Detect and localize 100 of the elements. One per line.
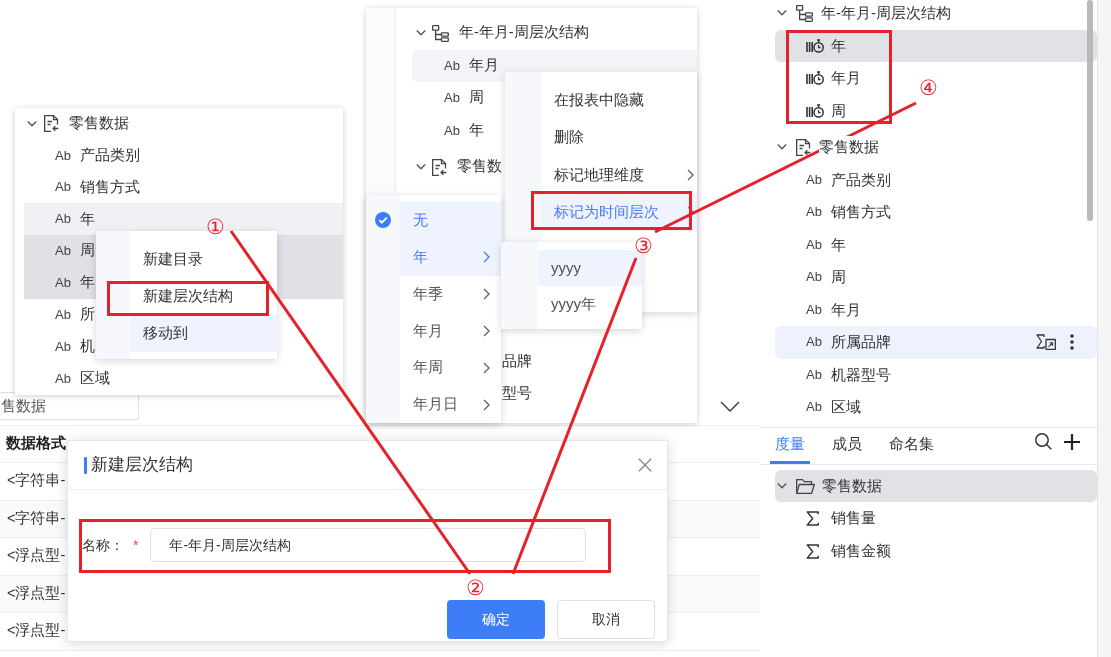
menu-item[interactable]: 新建层次结构: [143, 285, 233, 308]
field-type-label: Ab: [55, 339, 71, 356]
chevron-right-icon: [483, 398, 490, 411]
menu-item[interactable]: yyyy年: [538, 286, 642, 322]
plus-icon[interactable]: [1064, 433, 1080, 450]
bars-clock-icon: [806, 103, 824, 118]
file-arrow-icon: [796, 138, 811, 156]
field-type-label: Ab: [55, 211, 71, 228]
chevron-down-icon[interactable]: [27, 120, 37, 127]
field-type-label: Ab: [444, 122, 460, 139]
menu-item[interactable]: 年季: [400, 275, 501, 313]
menu-item[interactable]: 年月日: [400, 386, 501, 423]
field-type-label: Ab: [806, 366, 822, 383]
folder-icon: [796, 478, 815, 494]
cancel-button[interactable]: 取消: [557, 600, 655, 639]
field-type-label: Ab: [55, 371, 71, 388]
chevron-down-icon[interactable]: [720, 401, 740, 412]
field-type-label: Ab: [806, 236, 822, 253]
tree-group-item[interactable]: 零售数据: [775, 131, 883, 164]
scrollbar-thumb[interactable]: [1087, 0, 1093, 221]
bars-clock-icon: [806, 71, 824, 86]
tree-item[interactable]: Ab 年: [412, 114, 488, 147]
tree-item[interactable]: 型号: [502, 383, 532, 405]
tree-item[interactable]: 周: [775, 94, 850, 127]
table-cell-text: <浮点型-: [7, 546, 66, 566]
tree-item[interactable]: Ab 区域: [775, 391, 865, 424]
tree-item[interactable]: Ab 机器型号: [775, 358, 895, 391]
menu-item[interactable]: 年周: [400, 349, 501, 387]
tree-item[interactable]: Ab 所属品牌: [775, 326, 1097, 359]
chevron-right-icon: [483, 251, 490, 264]
tree-item[interactable]: Ab 所: [24, 299, 99, 332]
chevron-down-icon[interactable]: [777, 144, 787, 151]
file-arrow-icon: [432, 158, 447, 176]
menu-item[interactable]: 标记地理维度: [541, 156, 697, 194]
bars-clock-icon: [806, 38, 824, 53]
field-type-label: Ab: [55, 307, 71, 324]
field-type-label: Ab: [55, 179, 71, 196]
tree-group-item[interactable]: 零售数据: [15, 108, 133, 140]
field-type-label: Ab: [444, 57, 460, 74]
search-icon[interactable]: [1035, 433, 1052, 450]
dialog-title: 新建层次结构: [91, 454, 193, 477]
chevron-down-icon[interactable]: [777, 10, 787, 17]
field-type-label: Ab: [444, 90, 460, 107]
tab[interactable]: 成员: [827, 428, 867, 464]
table-cell-text: <浮点型-: [7, 583, 66, 603]
tree-group-item[interactable]: 零售数据: [775, 470, 1097, 502]
hierarchy-icon: [796, 4, 813, 22]
table-header-cell-text: 数据格式: [6, 434, 66, 454]
step-number: ④: [917, 75, 939, 99]
confirm-button[interactable]: 确定: [447, 600, 545, 639]
tree-group-item[interactable]: 年-年月-周层次结构: [412, 17, 591, 50]
field-type-label: Ab: [55, 147, 71, 164]
table-cell-text: <浮点型-: [7, 621, 66, 641]
tree-item[interactable]: Ab 年月: [775, 293, 865, 326]
menu-item[interactable]: 年月: [400, 312, 501, 350]
field-type-label: Ab: [806, 171, 822, 188]
field-type-label: Ab: [55, 243, 71, 260]
table-cell-text: <字符串-: [7, 508, 66, 528]
tree-item[interactable]: Ab 产品类别: [24, 139, 144, 172]
tree-item[interactable]: Ab 机: [24, 331, 99, 364]
field-label: 名称：: [82, 535, 124, 555]
tree-item[interactable]: 销售量: [775, 502, 880, 535]
tree-item[interactable]: Ab 产品类别: [775, 163, 895, 196]
chevron-right-icon: [483, 361, 490, 374]
tree-item[interactable]: 品牌: [502, 351, 532, 373]
tab[interactable]: 度量: [770, 428, 810, 464]
menu-item[interactable]: 新建目录: [143, 248, 203, 271]
tree-item[interactable]: Ab 销售方式: [775, 196, 895, 229]
field-type-label: Ab: [806, 301, 822, 318]
name-input[interactable]: 年-年月-周层次结构: [150, 528, 587, 562]
field-type-label: Ab: [806, 399, 822, 416]
step-number: ②: [464, 575, 486, 599]
menu-item[interactable]: 在报表中隐藏: [541, 81, 697, 119]
chevron-right-icon: [483, 288, 490, 301]
tree-item[interactable]: Ab 周: [412, 82, 488, 115]
tree-item[interactable]: 年: [775, 29, 1097, 62]
field-type-label: Ab: [55, 275, 71, 292]
chevron-right-icon: [687, 168, 694, 181]
sigma-box-icon[interactable]: [1036, 334, 1056, 351]
tree-item[interactable]: Ab 周: [775, 261, 850, 294]
tab[interactable]: 命名集: [884, 428, 939, 464]
menu-item[interactable]: 无: [400, 202, 501, 239]
hierarchy-icon: [432, 24, 449, 42]
menu-item[interactable]: 删除: [541, 118, 697, 156]
chevron-down-icon[interactable]: [777, 483, 787, 489]
chevron-down-icon[interactable]: [416, 164, 426, 171]
tree-item[interactable]: Ab 销售方式: [24, 171, 144, 204]
tree-item[interactable]: 销售金额: [775, 535, 895, 568]
table-cell-text: <字符串-: [7, 471, 66, 491]
menu-item[interactable]: 移动到: [130, 315, 277, 352]
chevron-down-icon[interactable]: [416, 30, 426, 37]
required-mark: *: [133, 535, 139, 555]
chevron-right-icon: [483, 324, 490, 337]
more-icon[interactable]: [1070, 334, 1074, 351]
tree-group-item[interactable]: 零售数: [412, 151, 504, 184]
sigma-icon: [806, 544, 819, 559]
tree-item[interactable]: Ab 年: [775, 228, 850, 261]
tree-item[interactable]: 年月: [775, 62, 865, 95]
field-type-label: Ab: [806, 269, 822, 286]
field-type-label: Ab: [806, 204, 822, 221]
